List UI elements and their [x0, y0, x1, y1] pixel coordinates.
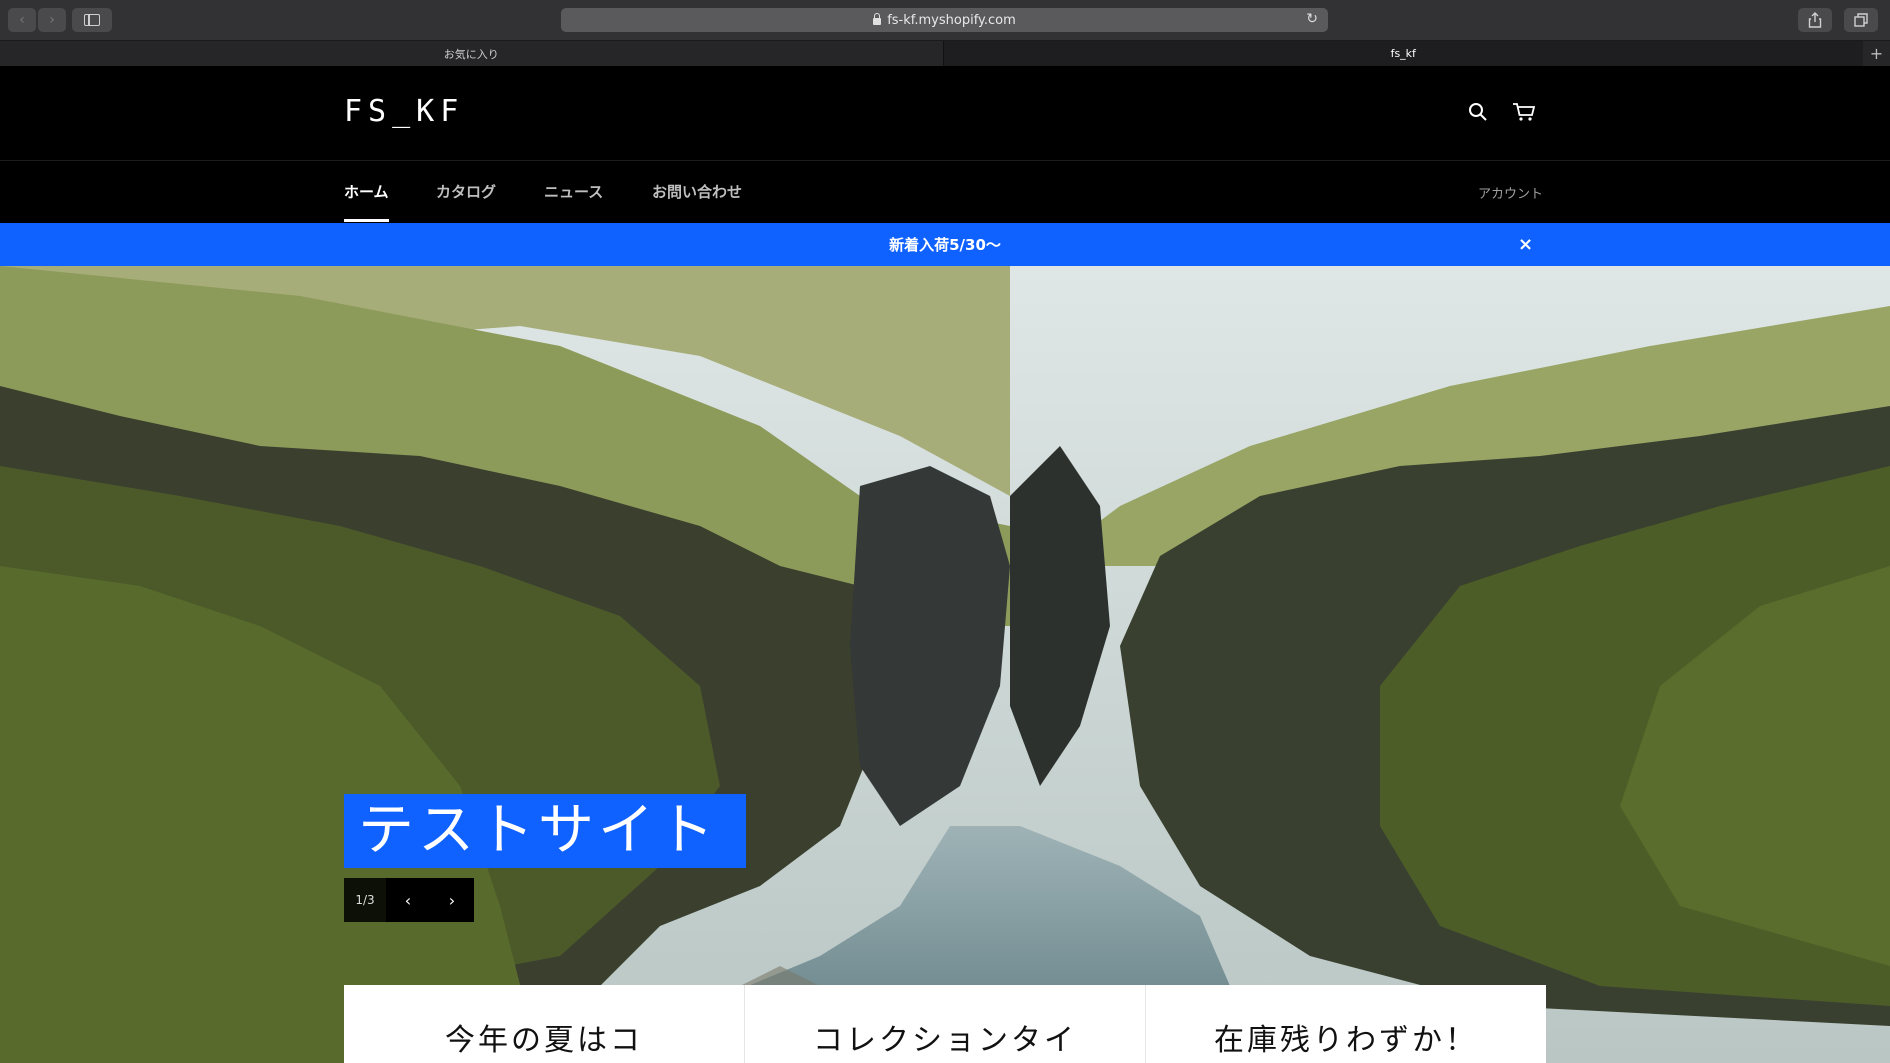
share-icon [1808, 12, 1822, 28]
nav-item-contact[interactable]: お問い合わせ [652, 181, 742, 202]
lock-icon [873, 12, 882, 25]
announcement-text: 新着入荷5/30〜 [889, 236, 1001, 254]
slide-counter: 1/3 [344, 878, 386, 922]
new-tab-button[interactable]: + [1863, 41, 1890, 66]
url-text: fs-kf.myshopify.com [887, 12, 1016, 28]
nav-item-home[interactable]: ホーム [344, 181, 389, 202]
nav-active-indicator [344, 219, 389, 222]
tab-bar: お気に入り fs_kf + [0, 41, 1890, 66]
nav-item-news[interactable]: ニュース [544, 181, 603, 202]
close-icon[interactable]: × [1518, 234, 1533, 255]
browser-chrome: ‹ › fs-kf.myshopify.com ↻ お気に入り fs_kf + [0, 0, 1890, 66]
forward-button[interactable]: › [38, 8, 66, 32]
slide-next-button[interactable]: › [430, 878, 474, 922]
reload-icon[interactable]: ↻ [1306, 11, 1318, 27]
feature-cards: 今年の夏はコ コレクションタイ 在庫残りわずか！ [344, 985, 1546, 1063]
search-icon[interactable] [1468, 102, 1488, 122]
show-tabs-button[interactable] [1844, 8, 1878, 32]
nav-item-catalog[interactable]: カタログ [436, 181, 496, 202]
history-buttons: ‹ › [8, 8, 66, 32]
sidebar-icon [84, 14, 100, 26]
browser-toolbar: ‹ › fs-kf.myshopify.com ↻ [0, 0, 1890, 41]
feature-card[interactable]: コレクションタイ [745, 985, 1146, 1063]
feature-card[interactable]: 在庫残りわずか！ [1146, 985, 1546, 1063]
slide-prev-button[interactable]: ‹ [386, 878, 430, 922]
tab-favorites[interactable]: お気に入り [0, 41, 944, 66]
tab-fs-kf[interactable]: fs_kf [943, 41, 1864, 66]
announcement-bar: 新着入荷5/30〜 × [0, 223, 1890, 266]
account-link[interactable]: アカウント [1478, 183, 1543, 202]
feature-card[interactable]: 今年の夏はコ [344, 985, 745, 1063]
card-title: コレクションタイ [813, 1023, 1077, 1058]
sidebar-toggle-button[interactable] [72, 8, 112, 32]
address-bar[interactable]: fs-kf.myshopify.com ↻ [561, 8, 1328, 32]
chevron-left-icon: ‹ [404, 890, 412, 910]
tabs-icon [1854, 13, 1868, 27]
back-button[interactable]: ‹ [8, 8, 36, 32]
site-header: FS_KF [0, 66, 1890, 160]
share-button[interactable] [1798, 8, 1832, 32]
hero-title: テストサイト [344, 794, 746, 868]
card-title: 在庫残りわずか！ [1214, 1023, 1478, 1058]
site-logo[interactable]: FS_KF [344, 94, 464, 129]
card-title: 今年の夏はコ [445, 1023, 643, 1058]
main-nav: ホーム カタログ ニュース お問い合わせ アカウント [0, 161, 1890, 223]
hero-image [0, 266, 1890, 1063]
hero-slideshow: テストサイト 1/3 ‹ › [0, 266, 1890, 1063]
chevron-right-icon: › [448, 890, 456, 910]
cart-icon[interactable] [1512, 102, 1536, 122]
